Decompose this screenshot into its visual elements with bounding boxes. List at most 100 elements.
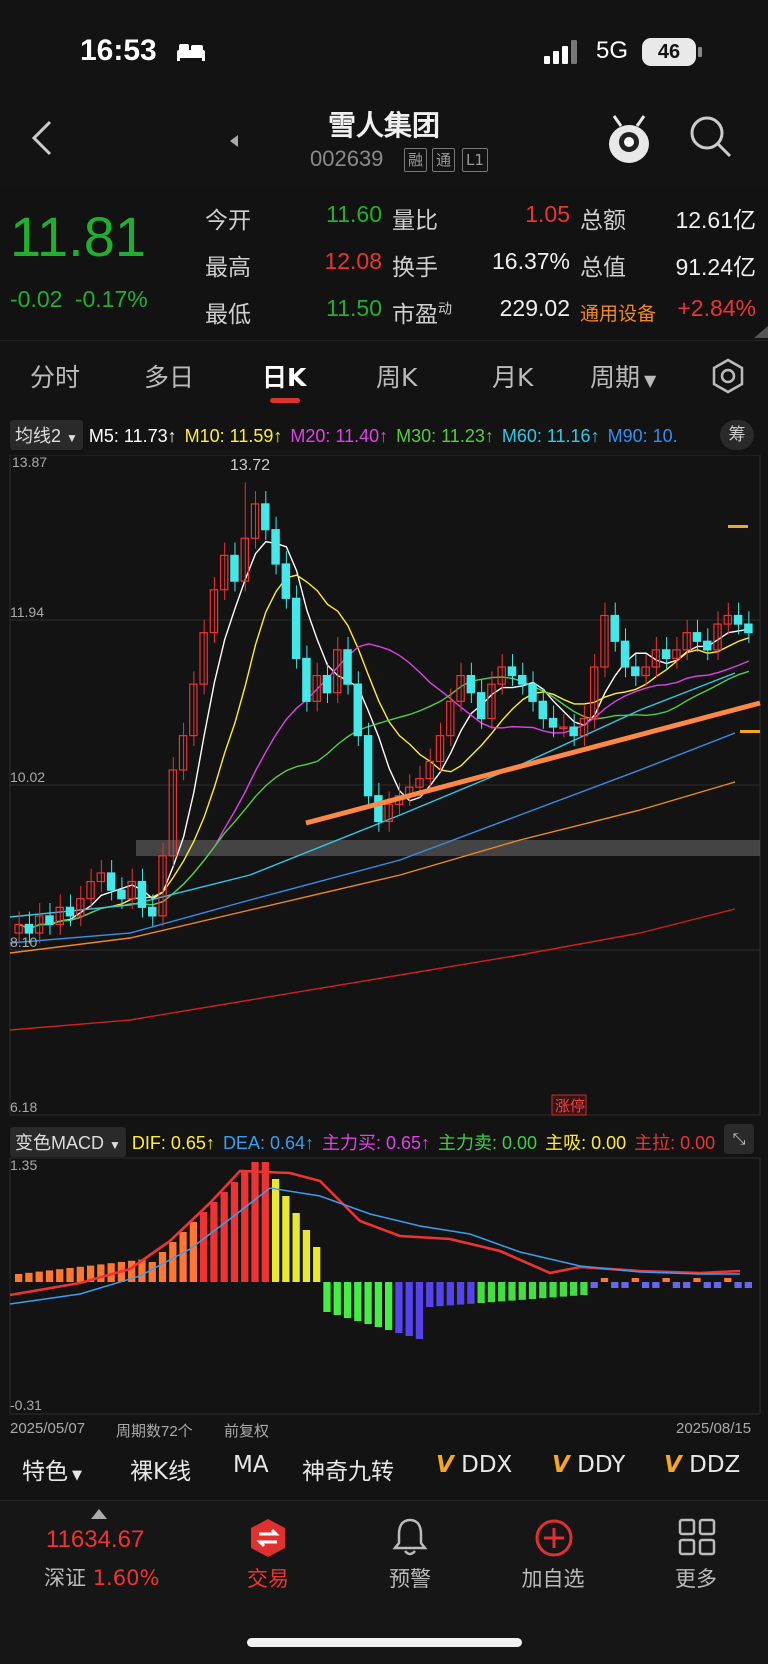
macd-legend-item: 主力卖: 0.00: [438, 1133, 538, 1153]
tab-intraday[interactable]: 分时: [30, 358, 80, 394]
candle-body: [569, 726, 578, 737]
price-marker-upper: [728, 525, 748, 528]
macd-bar: [600, 1278, 609, 1282]
macd-bar: [56, 1269, 64, 1282]
macd-bar: [302, 1230, 311, 1282]
collapse-corner-icon[interactable]: [754, 326, 768, 338]
candle-body: [631, 666, 640, 677]
index-value[interactable]: 11634.67: [46, 1526, 144, 1554]
tab-period[interactable]: 周期 ▼: [590, 358, 656, 394]
macd-bar: [744, 1282, 752, 1288]
macd-bar: [713, 1282, 722, 1288]
candle-body: [672, 649, 681, 660]
candle-body: [548, 717, 558, 728]
candle-body: [744, 623, 753, 634]
macd-chart[interactable]: 1.35 -0.31: [0, 1156, 768, 1416]
date-end: 2025/08/15: [676, 1420, 752, 1437]
ma-selector[interactable]: 均线2 ▼: [10, 420, 83, 450]
feature-special[interactable]: 特色 ▼: [22, 1452, 82, 1486]
chevron-down-icon: ▼: [72, 1468, 82, 1483]
home-indicator: [247, 1638, 522, 1647]
tab-multiday[interactable]: 多日: [144, 358, 194, 394]
index-info[interactable]: 深证 1.60%: [44, 1562, 159, 1592]
open-value: 11.60: [326, 201, 382, 227]
active-tab-indicator: [270, 398, 300, 403]
price-marker-lower: [740, 730, 760, 733]
macd-bar: [621, 1282, 629, 1288]
feature-ddy[interactable]: V DDY: [552, 1452, 625, 1478]
candle-body: [538, 700, 548, 720]
candle-body: [148, 906, 157, 917]
feature-nine-turns[interactable]: 神奇九转: [302, 1452, 394, 1486]
macd-bar: [97, 1264, 105, 1282]
ma-legend-item: M30: 11.23↑: [396, 426, 494, 446]
axis-label-bottom: 6.18: [10, 1099, 37, 1115]
macd-bar: [539, 1282, 547, 1299]
signal-icon: [544, 40, 577, 64]
macd-bar: [385, 1282, 393, 1330]
candle-body: [466, 674, 476, 694]
caret-up-icon[interactable]: [90, 1508, 108, 1520]
candle-body: [86, 880, 95, 900]
expand-indicator-icon[interactable]: ⤡: [724, 1124, 754, 1154]
macd-bar: [148, 1262, 156, 1282]
macd-bar: [590, 1282, 598, 1288]
kline-grid: [9, 455, 761, 1116]
settings-hex-icon[interactable]: [710, 358, 746, 394]
kline-chart[interactable]: 13.87 11.94 10.02 8.10 6.18 13.72 涨停: [0, 455, 768, 1120]
macd-bar: [549, 1282, 557, 1298]
macd-axis-bottom: -0.31: [10, 1397, 42, 1413]
candle-body: [363, 735, 373, 797]
candle-body: [45, 915, 54, 926]
macd-bar: [169, 1242, 177, 1282]
macd-bar: [220, 1192, 228, 1282]
macd-bar: [631, 1278, 639, 1282]
candle-body: [661, 649, 671, 660]
tab-monthly-k[interactable]: 月K: [492, 358, 533, 394]
nav-alert[interactable]: 预警: [355, 1563, 465, 1593]
v-badge-icon: V: [552, 1452, 570, 1478]
macd-bar: [487, 1282, 496, 1303]
nav-add-watchlist[interactable]: 加自选: [498, 1563, 608, 1593]
adjust-mode[interactable]: 前复权: [224, 1420, 269, 1441]
feature-ma[interactable]: MA: [233, 1452, 269, 1478]
macd-bar: [261, 1162, 269, 1282]
macd-bar: [570, 1282, 578, 1296]
industry-label[interactable]: 通用设备: [580, 299, 656, 326]
ma-legend-item: M10: 11.59↑: [184, 426, 283, 446]
network-type: 5G: [596, 37, 629, 64]
grid-more-icon[interactable]: [678, 1518, 716, 1556]
turnover-value: 16.37%: [491, 248, 570, 274]
candle-body: [620, 640, 630, 668]
turnover-amount-value: 12.61亿: [675, 207, 756, 233]
macd-selector[interactable]: 变色MACD ▼: [10, 1127, 126, 1157]
candle-body: [733, 614, 743, 625]
macd-legend-item: 主力买: 0.65↑: [321, 1133, 431, 1153]
macd-bar: [35, 1271, 43, 1282]
macd-bar: [45, 1270, 54, 1282]
macd-bar: [66, 1268, 74, 1282]
macd-bar: [415, 1282, 424, 1339]
candle-body: [137, 880, 147, 908]
macd-bar: [559, 1282, 567, 1297]
tab-daily-k[interactable]: 日K: [262, 358, 306, 394]
chip-distribution-button[interactable]: 筹: [720, 420, 754, 450]
candle-body: [518, 674, 527, 685]
feature-ddx[interactable]: V DDX: [436, 1452, 512, 1478]
trade-icon[interactable]: [248, 1518, 288, 1558]
add-watchlist-icon[interactable]: [534, 1518, 574, 1558]
axis-label-4: 8.10: [10, 934, 37, 950]
high-label: 最高: [205, 255, 251, 281]
stock-code: 002639: [310, 146, 384, 171]
bell-icon[interactable]: [392, 1516, 428, 1558]
nav-more[interactable]: 更多: [641, 1563, 751, 1593]
feature-naked-k[interactable]: 裸K线: [130, 1452, 191, 1486]
feature-ddz[interactable]: V DDZ: [664, 1452, 740, 1478]
pe-label: 市盈动: [392, 301, 452, 328]
nav-trade[interactable]: 交易: [213, 1563, 323, 1593]
tab-weekly-k[interactable]: 周K: [376, 358, 417, 394]
industry-change[interactable]: +2.84%: [660, 295, 756, 322]
macd-bar: [189, 1222, 197, 1282]
macd-bar: [528, 1282, 537, 1299]
candle-body: [24, 923, 34, 934]
